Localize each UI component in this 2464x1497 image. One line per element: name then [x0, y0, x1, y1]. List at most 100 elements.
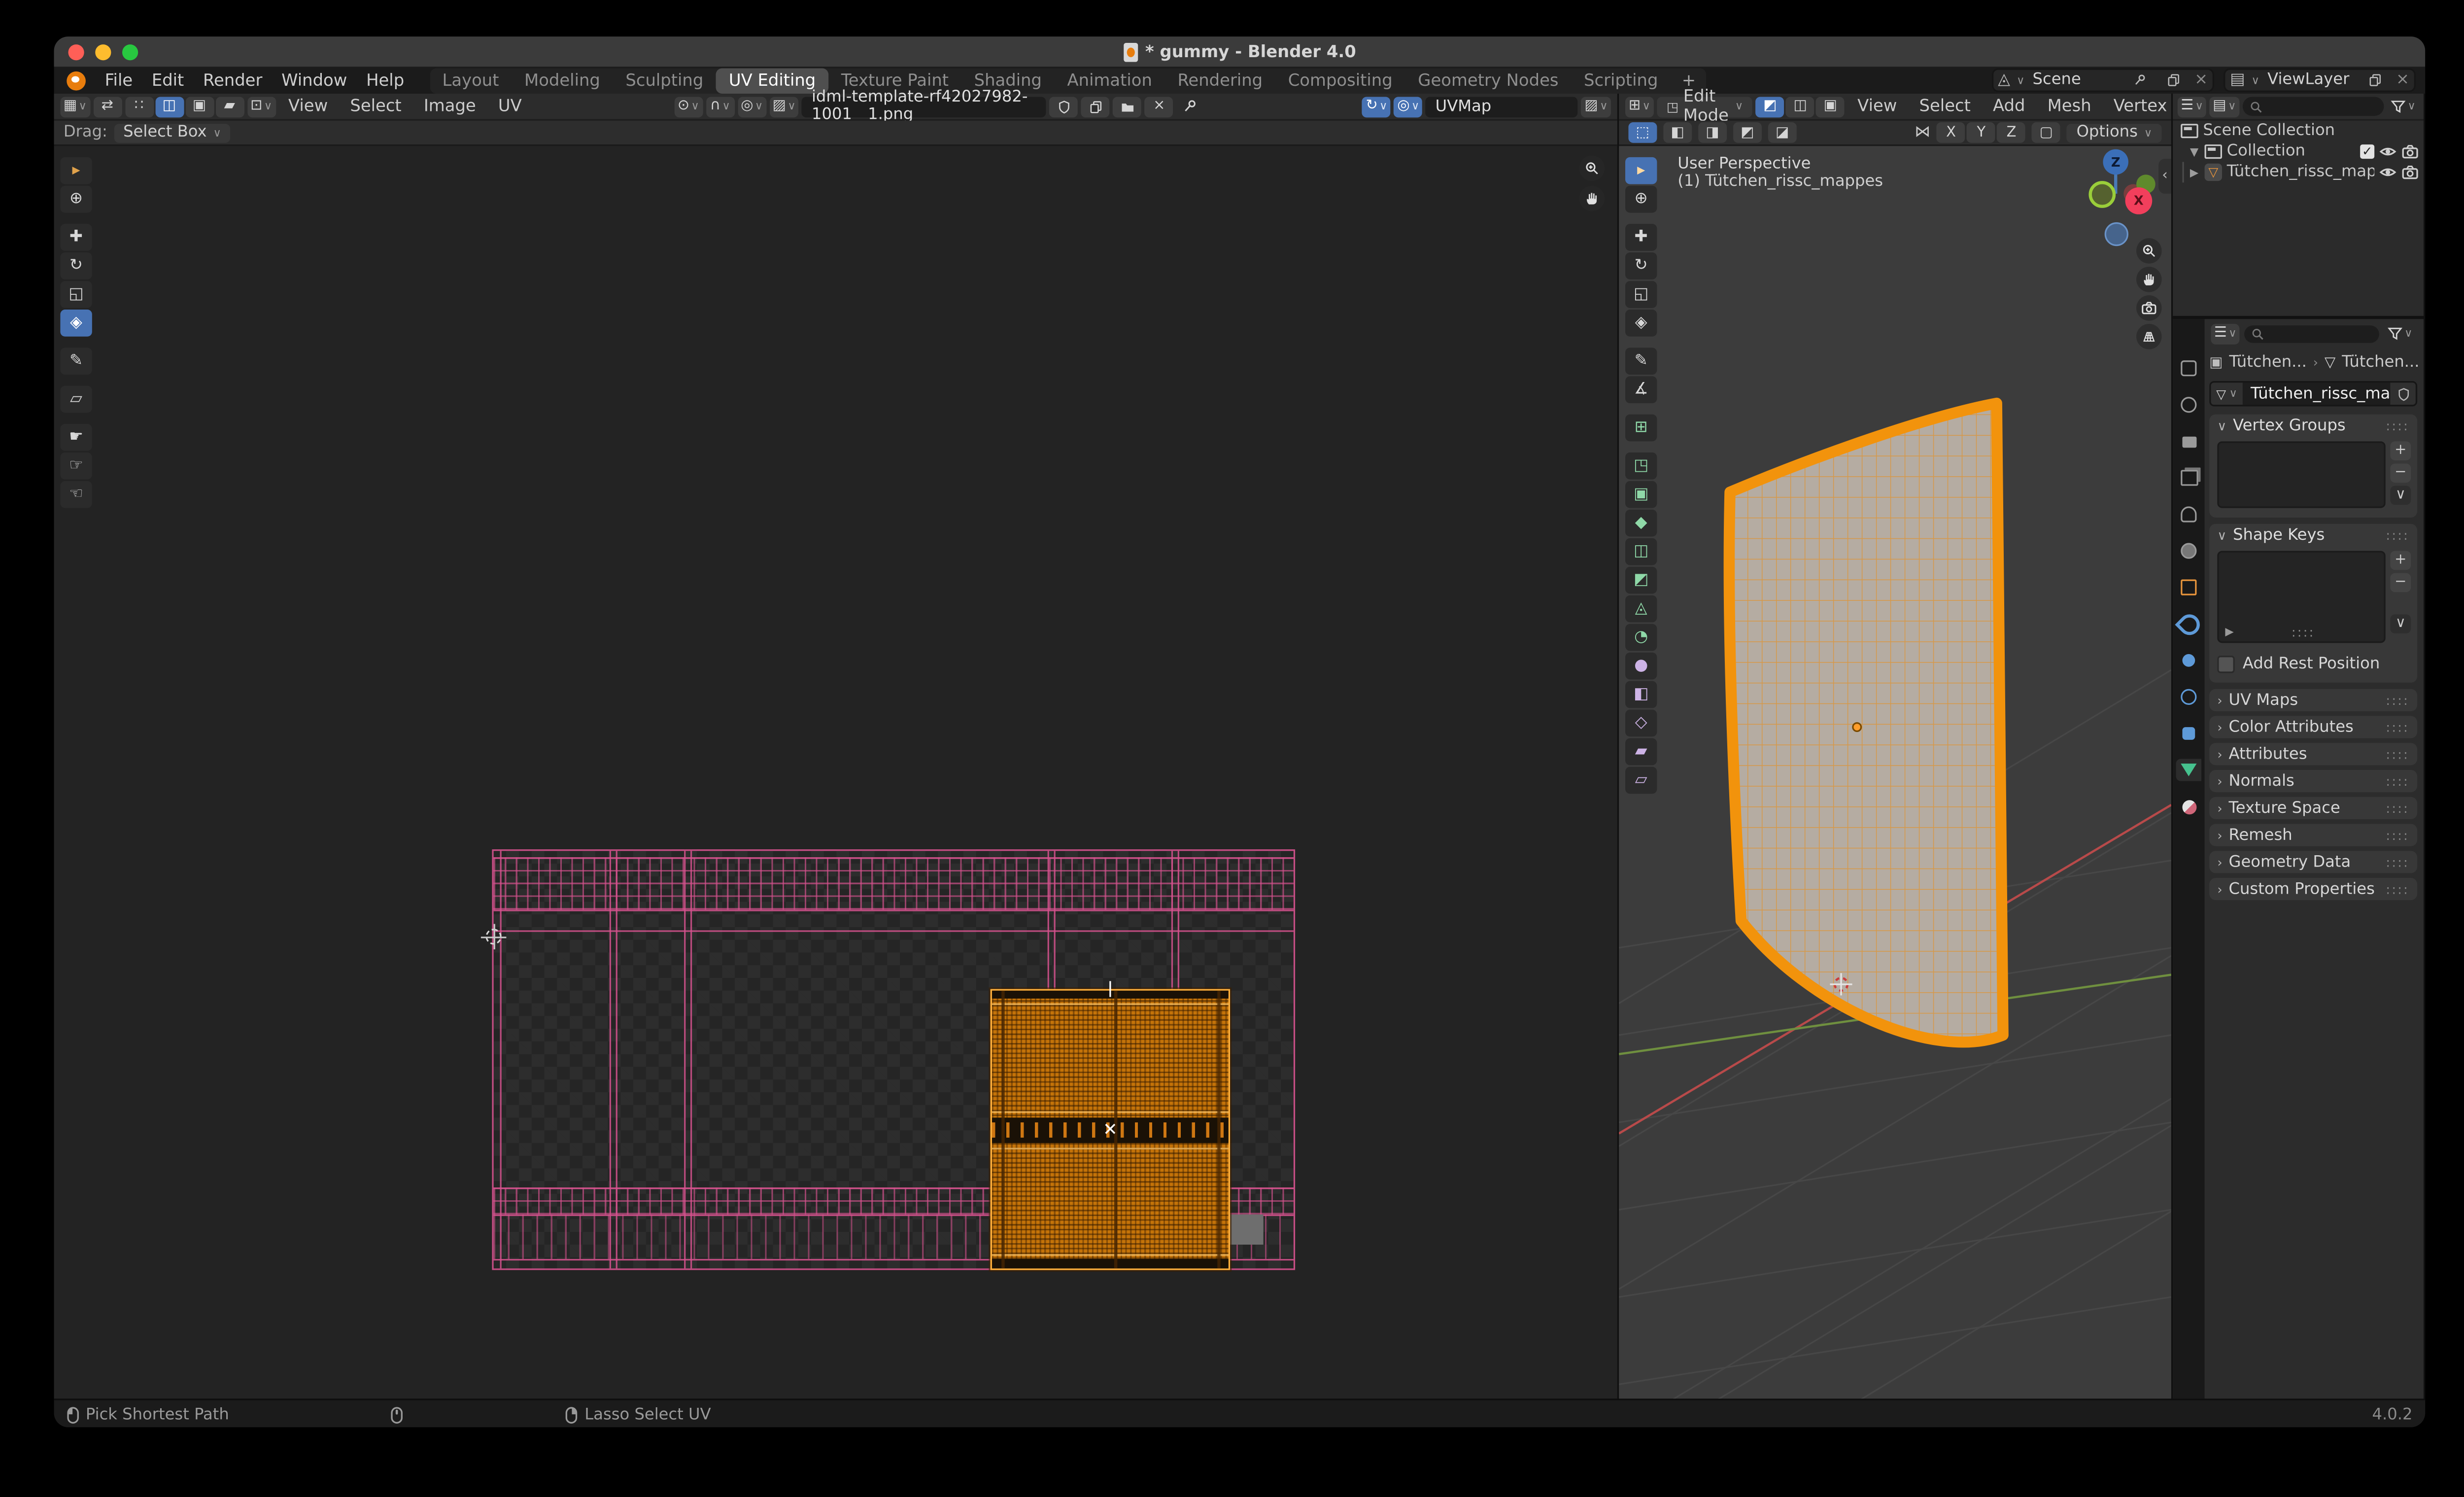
- mirror-x-toggle[interactable]: X: [1937, 122, 1966, 143]
- menu-help[interactable]: Help: [357, 70, 414, 90]
- properties-filter-funnel-icon[interactable]: ∨: [2384, 323, 2416, 344]
- annotate-tool-3d[interactable]: ✎: [1625, 348, 1657, 375]
- expand-object-icon[interactable]: ▶: [2189, 166, 2200, 179]
- uv-sculpt-relax-tool[interactable]: ☞: [60, 452, 92, 480]
- uv-sculpt-pinch-tool[interactable]: ☜: [60, 481, 92, 508]
- properties-display-dropdown[interactable]: ☰ ∨: [2211, 323, 2240, 344]
- add-vertex-group-button[interactable]: +: [2390, 441, 2411, 461]
- uv-pivot-point-dropdown[interactable]: ⊙ ∨: [674, 96, 703, 117]
- shape-keys-header[interactable]: ∨ Shape Keys ::::: [2209, 524, 2417, 546]
- image-fake-user-toggle[interactable]: [1050, 96, 1079, 117]
- select-new-icon[interactable]: ⬚: [1628, 122, 1657, 143]
- new-view-layer-button[interactable]: [2358, 73, 2392, 87]
- panel-normals[interactable]: › Normals::::: [2209, 770, 2418, 793]
- sidebar-collapse-arrow[interactable]: ‹: [2158, 159, 2171, 194]
- mesh-fake-user-toggle[interactable]: [2390, 383, 2416, 405]
- view-layer-selector[interactable]: ▤ ∨ ViewLayer ×: [2224, 68, 2416, 92]
- menu-render[interactable]: Render: [194, 70, 272, 90]
- rotate-tool[interactable]: ↻: [60, 252, 92, 279]
- selected-uv-island[interactable]: ✕: [990, 981, 1231, 1270]
- panel-color-attributes[interactable]: › Color Attributes::::: [2209, 716, 2418, 738]
- remove-shape-key-button[interactable]: −: [2390, 573, 2411, 592]
- annotate-tool[interactable]: ✎: [60, 348, 92, 375]
- bevel-tool[interactable]: ◆: [1625, 509, 1657, 537]
- select-mode-vertex[interactable]: ◩: [1756, 96, 1785, 117]
- tweak-select-tool[interactable]: ▸: [60, 157, 92, 184]
- zoom-window-button[interactable]: [122, 43, 138, 60]
- axis-neg-z-ball[interactable]: [2104, 222, 2128, 246]
- panel-attributes[interactable]: › Attributes::::: [2209, 743, 2418, 766]
- blender-logo-icon[interactable]: [67, 70, 86, 90]
- vp-menu-view[interactable]: View: [1848, 97, 1907, 116]
- tab-particles[interactable]: [2176, 649, 2202, 671]
- image-unlink-button[interactable]: ×: [1145, 96, 1174, 117]
- uv-menu-image[interactable]: Image: [414, 97, 486, 116]
- shape-key-specials-dropdown[interactable]: ∨: [2390, 614, 2411, 634]
- delete-scene-button[interactable]: ×: [2190, 71, 2212, 89]
- select-mode-edge[interactable]: ◫: [1786, 96, 1815, 117]
- tab-material[interactable]: [2176, 796, 2202, 818]
- rip-region-tool-3d[interactable]: ▱: [1625, 766, 1657, 794]
- uv-show-gizmo-toggle[interactable]: ↻ ∨: [1362, 96, 1391, 117]
- uv-proportional-editing-dropdown[interactable]: ◎ ∨: [737, 96, 766, 117]
- outliner-filter-dropdown[interactable]: ▤ ∨: [2209, 96, 2239, 117]
- axis-z-ball[interactable]: Z: [2103, 149, 2128, 175]
- uv-menu-view[interactable]: View: [279, 97, 338, 116]
- vp-menu-add[interactable]: Add: [1984, 97, 2035, 116]
- drag-tool-dropdown[interactable]: Select Box ∨: [113, 123, 231, 142]
- uv-select-mode-edge[interactable]: ◫: [155, 96, 184, 117]
- image-pin-toggle[interactable]: [1177, 96, 1205, 117]
- rip-region-tool[interactable]: ▱: [60, 385, 92, 413]
- tab-world[interactable]: [2176, 540, 2202, 562]
- tab-scripting[interactable]: Scripting: [1571, 68, 1671, 93]
- image-open-button[interactable]: [1113, 96, 1142, 117]
- mesh-name-field[interactable]: ▽∨ Tütchen_rissc_mappes: [2209, 381, 2418, 407]
- tab-physics[interactable]: [2176, 686, 2202, 708]
- loop-cut-tool[interactable]: ◫: [1625, 538, 1657, 565]
- vp-ortho-toggle-button[interactable]: [2136, 324, 2162, 349]
- scene-selector[interactable]: ◬ ∨ Scene ×: [1991, 68, 2214, 92]
- axis-x-ball[interactable]: X: [2125, 187, 2153, 214]
- tab-object[interactable]: [2176, 576, 2202, 598]
- uv-menu-uv[interactable]: UV: [489, 97, 532, 116]
- close-window-button[interactable]: [68, 43, 84, 60]
- shrink-fatten-tool[interactable]: ◇: [1625, 709, 1657, 737]
- mirror-y-toggle[interactable]: Y: [1967, 122, 1996, 143]
- mode-dropdown[interactable]: ◳ Edit Mode ∨: [1657, 87, 1753, 125]
- breadcrumb-data-label[interactable]: Tütchen...: [2342, 354, 2419, 371]
- outliner-filter-funnel-icon[interactable]: ∨: [2387, 96, 2419, 117]
- panel-remesh[interactable]: › Remesh::::: [2209, 824, 2418, 846]
- knife-tool[interactable]: ◩: [1625, 566, 1657, 594]
- tab-sculpting[interactable]: Sculpting: [613, 68, 716, 93]
- uv-sticky-selection-dropdown[interactable]: ⊡ ∨: [247, 96, 276, 117]
- tab-render[interactable]: [2176, 394, 2202, 416]
- vp-menu-vertex[interactable]: Vertex: [2104, 97, 2176, 116]
- object-render-icon[interactable]: [2401, 164, 2419, 181]
- cursor-tool-3d[interactable]: ⊕: [1625, 185, 1657, 213]
- panel-uv-maps[interactable]: › UV Maps::::: [2209, 689, 2418, 711]
- tab-geometry-nodes[interactable]: Geometry Nodes: [1405, 68, 1571, 93]
- vp-pan-button[interactable]: [2136, 267, 2162, 292]
- tab-view-layer[interactable]: [2176, 467, 2202, 489]
- object-hide-icon[interactable]: [2379, 164, 2396, 181]
- remove-vertex-group-button[interactable]: −: [2390, 463, 2411, 483]
- add-cube-tool[interactable]: ⊞: [1625, 414, 1657, 442]
- poly-build-tool[interactable]: ◬: [1625, 595, 1657, 623]
- vp-canvas[interactable]: ▸ ⊕ ✚ ↻ ◱ ◈ ✎ ∡ ⊞ ◳ ▣ ◆ ◫ ◩ ◬ ◔ ● ◧ ◇ ▰ …: [1619, 146, 2171, 1399]
- mesh-browse-dropdown[interactable]: ▽ ∨: [2211, 383, 2243, 405]
- properties-search-input[interactable]: [2244, 324, 2379, 343]
- axis-neg-y-ball[interactable]: [2088, 181, 2116, 208]
- select-mode-face[interactable]: ▣: [1816, 96, 1845, 117]
- tab-animation[interactable]: Animation: [1055, 68, 1165, 93]
- options-dropdown[interactable]: Options ∨: [2067, 123, 2162, 142]
- add-shape-key-button[interactable]: +: [2390, 551, 2411, 570]
- tab-rendering[interactable]: Rendering: [1165, 68, 1275, 93]
- vertex-groups-list[interactable]: [2217, 441, 2386, 508]
- uv-show-overlays-toggle[interactable]: ◎ ∨: [1394, 96, 1423, 117]
- snap-symmetry-icon[interactable]: ▢: [2032, 122, 2061, 143]
- menu-window[interactable]: Window: [272, 70, 357, 90]
- panel-texture-space[interactable]: › Texture Space::::: [2209, 797, 2418, 819]
- rotate-tool-3d[interactable]: ↻: [1625, 252, 1657, 279]
- vertex-groups-header[interactable]: ∨ Vertex Groups ::::: [2209, 415, 2417, 437]
- image-name-field[interactable]: idml-template-rf42027982-1001__1.png: [802, 89, 1047, 124]
